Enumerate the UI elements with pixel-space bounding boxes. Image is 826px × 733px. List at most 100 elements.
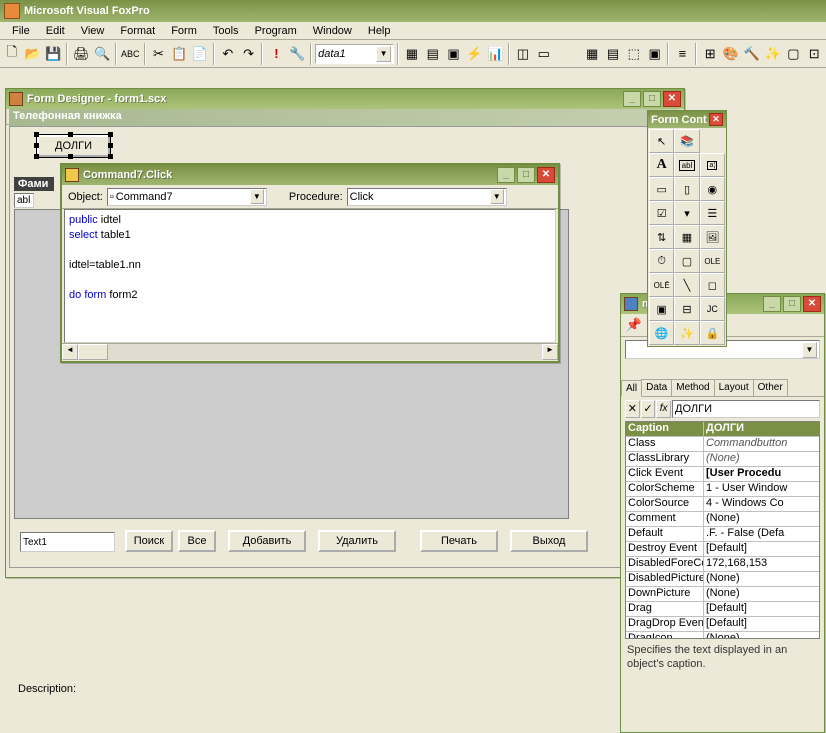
commandbutton-tool-icon[interactable]: ▭ [649, 177, 674, 201]
menu-file[interactable]: File [4, 24, 38, 38]
report-icon[interactable]: ▤ [423, 43, 443, 65]
code-maximize-button[interactable]: □ [517, 167, 535, 183]
exit-button[interactable]: Выход [510, 530, 588, 552]
code-hscroll[interactable]: ◄► [62, 343, 558, 360]
minimize-button[interactable]: _ [623, 91, 641, 107]
pushpin-icon[interactable]: 📌 [625, 316, 643, 334]
function-builder-icon[interactable]: fx [656, 400, 671, 418]
code-close-button[interactable]: ✕ [537, 167, 555, 183]
menu-view[interactable]: View [73, 24, 113, 38]
separator-tool-icon[interactable]: ⊟ [674, 297, 699, 321]
label-icon[interactable]: ▣ [444, 43, 464, 65]
form-controls-titlebar[interactable]: Form Cont ✕ [648, 111, 726, 128]
code-minimize-button[interactable]: _ [497, 167, 515, 183]
dolgi-button[interactable]: ДОЛГИ [37, 135, 110, 157]
taborder-icon[interactable]: ⊞ [700, 43, 720, 65]
window2-icon[interactable]: ▭ [534, 43, 554, 65]
print-icon[interactable]: 🖨 [71, 43, 91, 65]
checkbox-tool-icon[interactable]: ☑ [649, 201, 674, 225]
menu-program[interactable]: Program [247, 24, 305, 38]
lock-icon[interactable]: 🔒 [700, 321, 725, 345]
menu-tools[interactable]: Tools [205, 24, 247, 38]
object-combo[interactable]: ▫Command7▼ [107, 188, 267, 206]
label-tool-icon[interactable]: A [649, 153, 674, 177]
buttonlock-icon[interactable]: ✨ [674, 321, 699, 345]
form-icon[interactable]: ▦ [402, 43, 422, 65]
hyperlink-tool-icon[interactable]: JC [700, 297, 725, 321]
cascade-icon[interactable]: ▢ [783, 43, 803, 65]
autoreport-icon[interactable]: 📊 [485, 43, 505, 65]
builder-tool-icon[interactable]: 🌐 [649, 321, 674, 345]
property-grid[interactable]: CaptionДОЛГИClassCommandbuttonClassLibra… [625, 421, 820, 639]
prop-close[interactable]: ✕ [803, 296, 821, 312]
modify-icon[interactable]: 🔧 [287, 43, 307, 65]
shape-tool-icon[interactable]: ◻ [700, 273, 725, 297]
open-icon[interactable]: 📂 [23, 43, 43, 65]
tab-methods[interactable]: Method [671, 379, 714, 396]
image-tool-icon[interactable]: 🖼 [700, 225, 725, 249]
listbox-tool-icon[interactable]: ☰ [700, 201, 725, 225]
optiongroup-tool-icon[interactable]: ◉ [700, 177, 725, 201]
grid-tool-icon[interactable]: ▦ [674, 225, 699, 249]
paste-icon[interactable]: 📄 [190, 43, 210, 65]
olecontainer-tool-icon[interactable]: OLĒ [649, 273, 674, 297]
spell-icon[interactable]: ABC [120, 43, 141, 65]
menu-form[interactable]: Form [163, 24, 205, 38]
close-button[interactable]: ✕ [663, 91, 681, 107]
undo-icon[interactable]: ↶ [218, 43, 238, 65]
prop-maximize[interactable]: □ [783, 296, 801, 312]
save-icon[interactable]: 💾 [44, 43, 64, 65]
database-combo[interactable]: data1▼ [315, 44, 394, 64]
prop-minimize[interactable]: _ [763, 296, 781, 312]
autoformat-icon[interactable]: ✨ [763, 43, 783, 65]
menu-edit[interactable]: Edit [38, 24, 73, 38]
delete-button[interactable]: Удалить [318, 530, 396, 552]
run-icon[interactable]: ! [266, 43, 286, 65]
procedure-combo[interactable]: Click▼ [347, 188, 507, 206]
textbox-tool-icon[interactable]: abl [674, 153, 699, 177]
timer-tool-icon[interactable]: ⏱ [649, 249, 674, 273]
viewclasses-icon[interactable]: 📚 [674, 129, 699, 153]
copy-icon[interactable]: 📋 [169, 43, 189, 65]
menu-help[interactable]: Help [360, 24, 399, 38]
spinner-tool-icon[interactable]: ⇅ [649, 225, 674, 249]
commandgroup-tool-icon[interactable]: ▯ [674, 177, 699, 201]
text1-input[interactable] [20, 532, 115, 552]
combobox-tool-icon[interactable]: ▾ [674, 201, 699, 225]
color-icon[interactable]: 🎨 [721, 43, 741, 65]
print-button[interactable]: Печать [420, 530, 498, 552]
autoform-icon[interactable]: ⚡ [464, 43, 484, 65]
tb-icon-4[interactable]: ▣ [645, 43, 665, 65]
search-button[interactable]: Поиск [125, 530, 173, 552]
editbox-tool-icon[interactable]: a¦ [700, 153, 725, 177]
property-value-input[interactable] [672, 400, 820, 418]
form-designer-titlebar[interactable]: Form Designer - form1.scx _ □ ✕ [6, 89, 684, 109]
oleboundcontrol-tool-icon[interactable]: OLE [700, 249, 725, 273]
container-tool-icon[interactable]: ▣ [649, 297, 674, 321]
tb-icon-1[interactable]: ▦ [582, 43, 602, 65]
line-tool-icon[interactable]: ╲ [674, 273, 699, 297]
pointer-tool-icon[interactable]: ↖ [649, 129, 674, 153]
add-button[interactable]: Добавить [228, 530, 306, 552]
window1-icon[interactable]: ◫ [513, 43, 533, 65]
accept-edit-icon[interactable]: ✓ [641, 400, 656, 418]
tab-all[interactable]: All [621, 380, 642, 397]
cut-icon[interactable]: ✂ [149, 43, 169, 65]
fam-label[interactable]: Фами [14, 177, 54, 191]
builder-icon[interactable]: 🔨 [742, 43, 762, 65]
tab-layout[interactable]: Layout [714, 379, 754, 396]
code-icon[interactable]: ≡ [672, 43, 692, 65]
cancel-edit-icon[interactable]: ✕ [625, 400, 640, 418]
maximize-button[interactable]: □ [643, 91, 661, 107]
code-titlebar[interactable]: Command7.Click _ □ ✕ [62, 165, 558, 185]
preview-icon[interactable]: 🔍 [92, 43, 112, 65]
all-button[interactable]: Все [178, 530, 216, 552]
code-editor[interactable]: public idtel select table1 idtel=table1.… [64, 209, 556, 343]
tb-icon-3[interactable]: ⬚ [624, 43, 644, 65]
menu-window[interactable]: Window [305, 24, 360, 38]
abl-text[interactable]: abl [14, 193, 34, 208]
pageframe-tool-icon[interactable]: ▢ [674, 249, 699, 273]
tab-data[interactable]: Data [641, 379, 672, 396]
tile-icon[interactable]: ⊡ [804, 43, 824, 65]
menu-format[interactable]: Format [112, 24, 163, 38]
